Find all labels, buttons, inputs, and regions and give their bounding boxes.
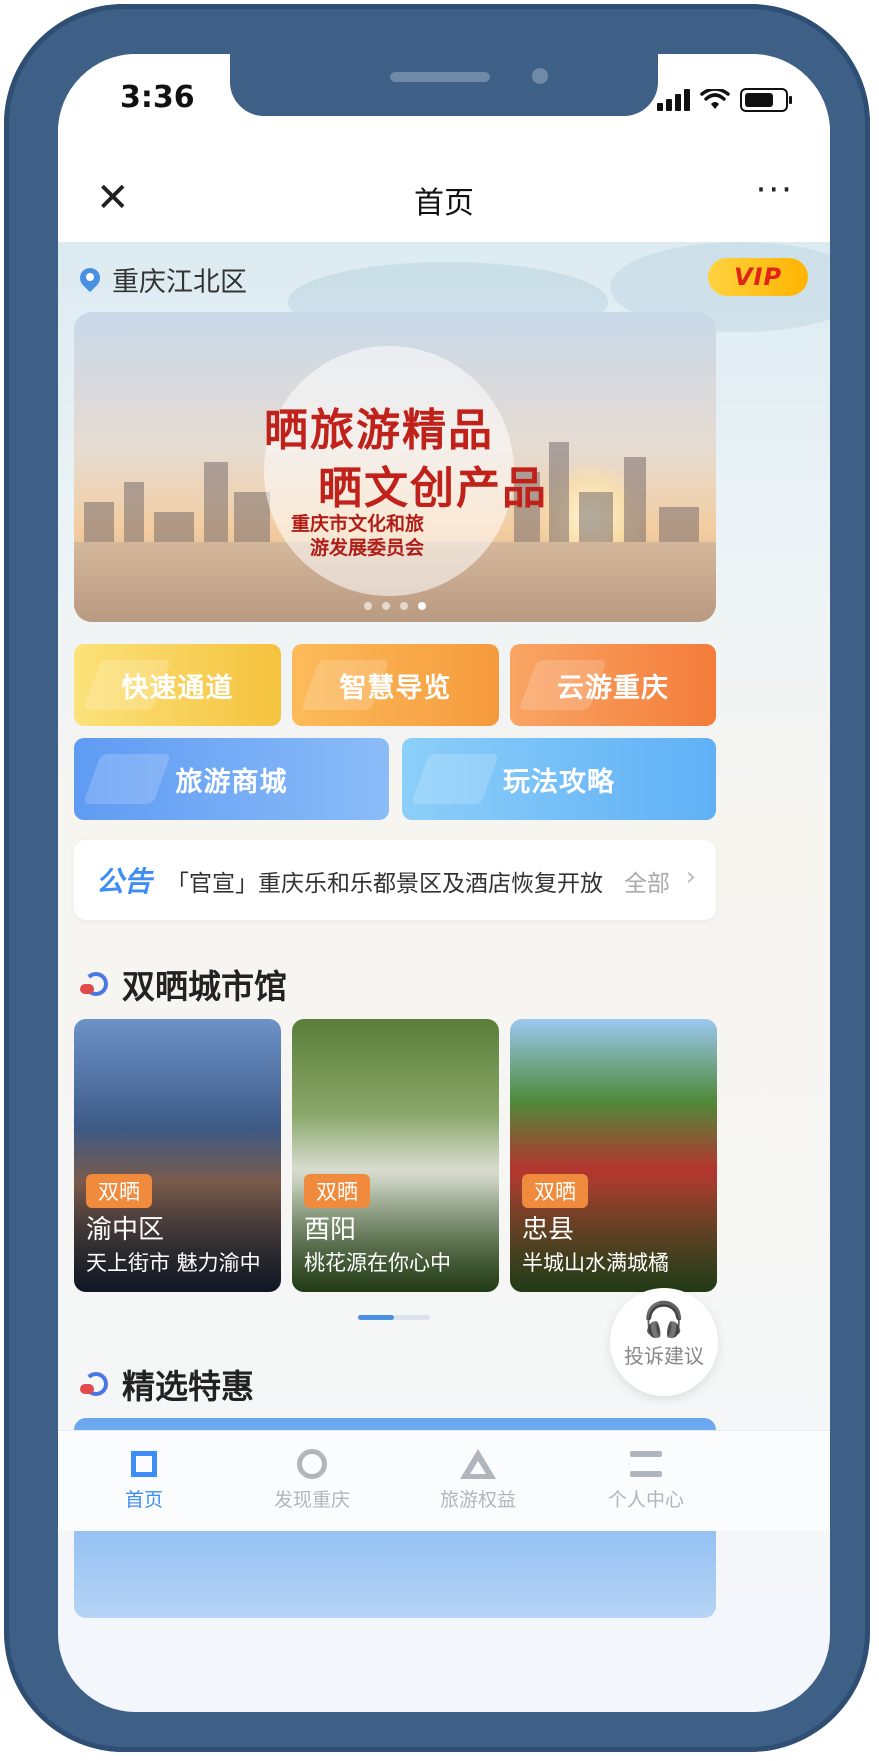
battery-icon: [740, 88, 792, 112]
cloud-swirl-icon: [80, 970, 112, 998]
tile-play-guide[interactable]: 玩法攻略: [402, 738, 716, 820]
city-card-subtitle: 桃花源在你心中: [304, 1251, 451, 1275]
city-card-badge: 双晒: [86, 1174, 152, 1208]
city-card-yuzhong[interactable]: 双晒 渝中区 天上街市 魅力渝中: [74, 1019, 281, 1292]
city-card-subtitle: 半城山水满城橘: [522, 1251, 669, 1275]
home-content: 重庆江北区 VIP 晒旅游精品 晒文创产品 重庆市文化和旅游发展委员会 快速通道…: [58, 242, 830, 1618]
signal-icon: [657, 89, 690, 111]
wifi-icon: [700, 89, 730, 109]
tab-profile[interactable]: 个人中心: [576, 1443, 716, 1512]
menu-lines-icon: [630, 1451, 662, 1477]
status-time: 3:36: [120, 80, 195, 115]
notice-all-link[interactable]: 全部: [624, 864, 670, 898]
notice-message: 「官宣」重庆乐和乐都景区及酒店恢复开放: [166, 871, 603, 897]
bottom-tab-bar: 首页 发现重庆 旅游权益 个人中心: [58, 1430, 830, 1531]
city-card-name: 酉阳: [304, 1215, 357, 1245]
hero-banner[interactable]: 晒旅游精品 晒文创产品 重庆市文化和旅游发展委员会: [74, 312, 716, 622]
banner-pagination: [74, 602, 716, 610]
tile-travel-mall[interactable]: 旅游商城: [74, 738, 389, 820]
notice-tag: 公告: [96, 865, 153, 898]
phone-screen: 3:36 ✕ 首页 ··· 重庆江北区 VIP 晒旅游精品 晒文创产品 重庆市文…: [58, 54, 830, 1712]
section-title-text: 精选特惠: [122, 1367, 254, 1406]
banner-dot[interactable]: [364, 602, 372, 610]
tile-cloud-tour[interactable]: 云游重庆: [510, 644, 716, 726]
banner-headline-2: 晒文创产品: [318, 463, 548, 514]
tile-label: 玩法攻略: [503, 766, 615, 798]
location-pin-icon: [80, 268, 100, 292]
location-selector[interactable]: 重庆江北区: [80, 260, 247, 299]
banner-headline-1: 晒旅游精品: [264, 405, 494, 456]
city-card-subtitle: 天上街市 魅力渝中: [86, 1251, 261, 1275]
headset-icon: 🎧: [642, 1300, 686, 1340]
home-square-icon: [131, 1451, 157, 1477]
section-title-deals: 精选特惠: [80, 1360, 254, 1408]
location-label: 重庆江北区: [112, 267, 247, 298]
chevron-right-icon[interactable]: ›: [686, 862, 696, 892]
city-card-badge: 双晒: [522, 1174, 588, 1208]
nav-bar: ✕ 首页 ···: [58, 150, 830, 242]
city-card-name: 渝中区: [86, 1215, 165, 1245]
city-carousel-indicator: [358, 1315, 430, 1320]
status-icons: [657, 88, 792, 112]
city-card-zhongxian[interactable]: 双晒 忠县 半城山水满城橘: [510, 1019, 717, 1292]
tab-label: 发现重庆: [273, 1489, 350, 1511]
banner-dot-active[interactable]: [418, 602, 426, 610]
tile-label: 旅游商城: [175, 766, 288, 798]
tile-smart-guide[interactable]: 智慧导览: [292, 644, 499, 726]
section-title-text: 双晒城市馆: [122, 967, 287, 1006]
section-title-city-hall: 双晒城市馆: [80, 960, 287, 1008]
more-icon[interactable]: ···: [756, 170, 794, 210]
complaint-button[interactable]: 🎧 投诉建议: [610, 1288, 718, 1396]
tab-discover[interactable]: 发现重庆: [242, 1443, 382, 1512]
phone-frame: 3:36 ✕ 首页 ··· 重庆江北区 VIP 晒旅游精品 晒文创产品 重庆市文…: [4, 4, 870, 1752]
tab-label: 旅游权益: [439, 1489, 516, 1511]
banner-org-line: 重庆市文化和旅游发展委员会: [290, 513, 424, 559]
speaker-grille: [390, 72, 490, 82]
city-card-name: 忠县: [522, 1215, 575, 1245]
vip-badge[interactable]: VIP: [708, 258, 808, 296]
city-card-badge: 双晒: [304, 1174, 370, 1208]
tab-home[interactable]: 首页: [74, 1443, 214, 1512]
cloud-swirl-icon: [80, 1370, 112, 1398]
phone-notch: [230, 54, 658, 116]
tab-label: 首页: [124, 1489, 163, 1511]
circle-icon: [297, 1449, 327, 1479]
tile-label: 智慧导览: [339, 672, 452, 704]
notice-bar[interactable]: 公告 「官宣」重庆乐和乐都景区及酒店恢复开放 全部 ›: [74, 840, 716, 920]
complaint-label: 投诉建议: [624, 1344, 704, 1368]
banner-dot[interactable]: [382, 602, 390, 610]
tab-benefits[interactable]: 旅游权益: [408, 1443, 548, 1512]
tile-label: 快速通道: [121, 672, 234, 704]
triangle-icon: [460, 1449, 496, 1479]
city-card-youyang[interactable]: 双晒 酉阳 桃花源在你心中: [292, 1019, 499, 1292]
tile-label: 云游重庆: [557, 672, 669, 704]
page-title: 首页: [414, 186, 474, 221]
tab-label: 个人中心: [607, 1489, 684, 1511]
tile-fast-lane[interactable]: 快速通道: [74, 644, 281, 726]
banner-dot[interactable]: [400, 602, 408, 610]
front-camera: [532, 68, 548, 84]
